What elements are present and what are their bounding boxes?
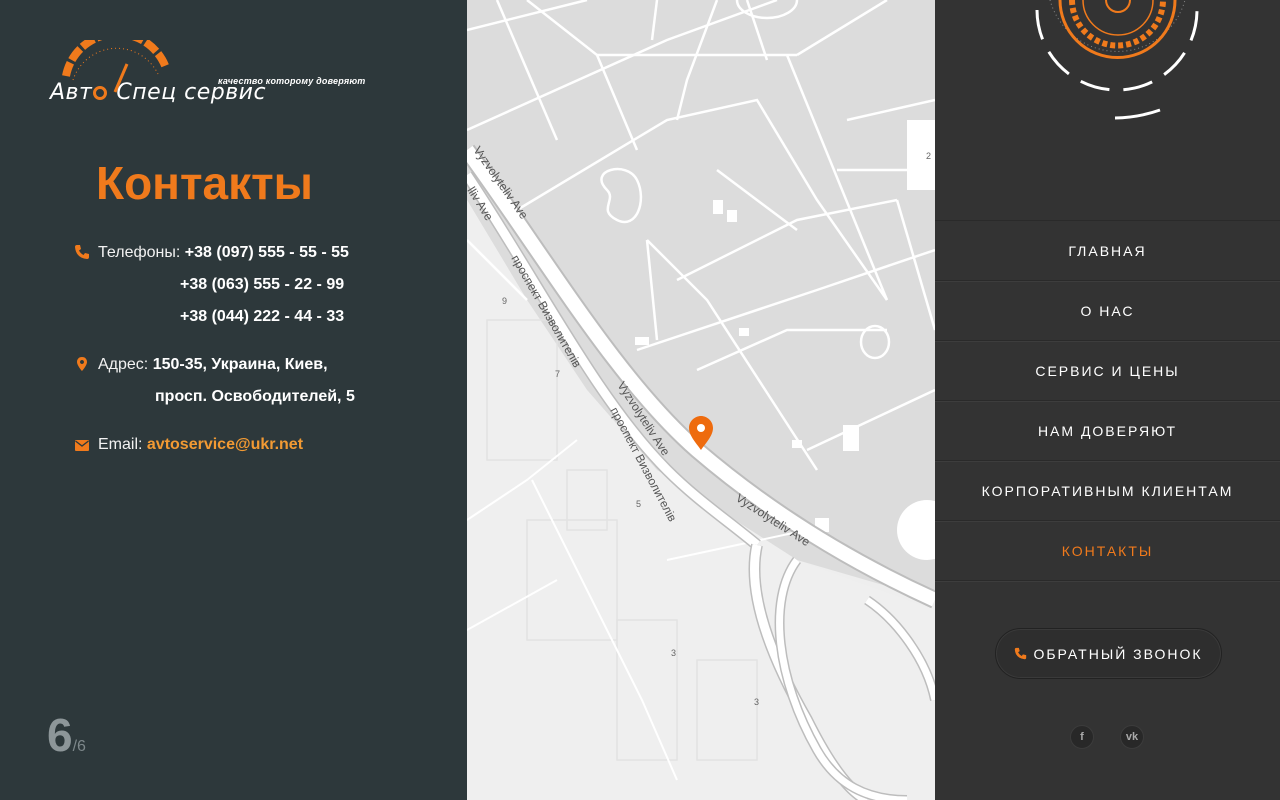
- vk-icon[interactable]: vk: [1120, 725, 1144, 749]
- facebook-icon[interactable]: f: [1070, 725, 1094, 749]
- map-canvas[interactable]: Vyzvolyteliv Ave Vyzvolyteliv Ave проспе…: [467, 0, 935, 800]
- phone-number[interactable]: +38 (097) 555 - 55 - 55: [185, 244, 349, 261]
- phone-row: +38 (044) 222 - 44 - 33: [180, 308, 344, 326]
- house-number: 5: [636, 499, 641, 509]
- phone-row: +38 (063) 555 - 22 - 99: [180, 276, 344, 294]
- brand-logo[interactable]: качество которому доверяют Авт Спец серви…: [48, 29, 365, 106]
- slide-counter: 6/6: [47, 708, 86, 762]
- mail-icon: [75, 440, 89, 451]
- nav-item-about[interactable]: О НАС: [935, 281, 1280, 341]
- phone-icon: [75, 245, 89, 259]
- wheel-decoration-icon: [1035, 0, 1199, 120]
- location-pin-icon: [77, 357, 87, 371]
- house-number: 2: [926, 151, 931, 161]
- email-line: Email: avtoservice@ukr.net: [98, 436, 303, 454]
- nav-item-contacts[interactable]: КОНТАКТЫ: [935, 521, 1280, 581]
- house-number: 3: [671, 648, 676, 658]
- nav-item-corporate[interactable]: КОРПОРАТИВНЫМ КЛИЕНТАМ: [935, 461, 1280, 521]
- navigation-panel: ГЛАВНАЯ О НАС СЕРВИС И ЦЕНЫ НАМ ДОВЕРЯЮТ…: [935, 0, 1280, 800]
- email-label: Email:: [98, 436, 143, 453]
- page-title: Контакты: [96, 157, 313, 209]
- address-line: Адрес: 150-35, Украина, Киев,: [98, 356, 328, 374]
- nav-item-trust[interactable]: НАМ ДОВЕРЯЮТ: [935, 401, 1280, 461]
- phone-number[interactable]: +38 (044) 222 - 44 - 33: [180, 308, 344, 325]
- address-label: Адрес:: [98, 356, 149, 373]
- slide-total: /6: [72, 738, 86, 755]
- phone-number[interactable]: +38 (063) 555 - 22 - 99: [180, 276, 344, 293]
- address-line2: просп. Освободителей, 5: [155, 388, 355, 405]
- contact-panel: качество которому доверяют Авт Спец серви…: [0, 0, 467, 800]
- map-view[interactable]: Vyzvolyteliv Ave Vyzvolyteliv Ave проспе…: [467, 0, 935, 800]
- house-number: 9: [502, 296, 507, 306]
- phones-label: Телефоны:: [98, 244, 181, 261]
- house-number: 7: [555, 369, 560, 379]
- phones-label-line: Телефоны: +38 (097) 555 - 55 - 55: [98, 244, 349, 262]
- slide-current: 6: [47, 709, 73, 761]
- callback-label: ОБРАТНЫЙ ЗВОНОК: [1033, 645, 1203, 662]
- main-nav: ГЛАВНАЯ О НАС СЕРВИС И ЦЕНЫ НАМ ДОВЕРЯЮТ…: [935, 220, 1280, 581]
- callback-button[interactable]: ОБРАТНЫЙ ЗВОНОК: [995, 628, 1222, 679]
- address-line1: 150-35, Украина, Киев,: [152, 356, 328, 373]
- nav-item-home[interactable]: ГЛАВНАЯ: [935, 221, 1280, 281]
- logo-wordmark: Авт Спец сервис: [50, 80, 267, 105]
- address-row: просп. Освободителей, 5: [155, 388, 355, 406]
- nav-item-services[interactable]: СЕРВИС И ЦЕНЫ: [935, 341, 1280, 401]
- email-link[interactable]: avtoservice@ukr.net: [147, 436, 303, 453]
- phone-icon: [1015, 647, 1027, 660]
- house-number: 3: [754, 697, 759, 707]
